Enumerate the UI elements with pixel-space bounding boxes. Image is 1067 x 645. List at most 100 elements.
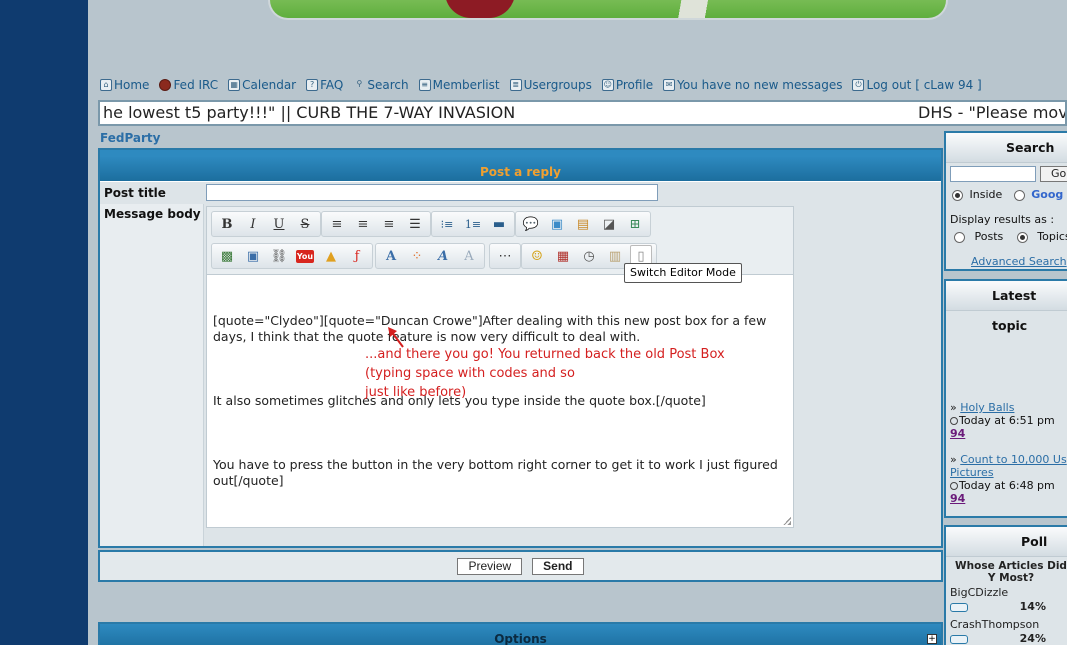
spoiler-icon[interactable]: ▤	[572, 213, 594, 235]
options-title: Options	[494, 632, 547, 645]
hide-icon[interactable]: ◪	[598, 213, 620, 235]
calendar-icon: ▦	[228, 79, 241, 91]
dailymotion-icon[interactable]: ▲	[320, 245, 342, 267]
nav-profile[interactable]: ☺ Profile	[601, 78, 653, 92]
topics-radio[interactable]	[1016, 231, 1028, 243]
poll-option-name: CrashThompson	[950, 618, 1040, 631]
paste-icon[interactable]: ▥	[604, 245, 626, 267]
font-size-icon[interactable]: A	[380, 245, 402, 267]
logout-icon: ⏻	[852, 79, 865, 91]
strike-button[interactable]: S	[294, 213, 316, 235]
list-group: ⁝≡ 1≡ ▬	[431, 211, 515, 237]
align-right-icon[interactable]: ≡	[378, 213, 400, 235]
google-radio[interactable]	[1013, 189, 1025, 201]
topic-link[interactable]: Holy Balls	[960, 401, 1014, 414]
bullet-list-icon[interactable]: ⁝≡	[436, 213, 458, 235]
link-icon[interactable]: ⛓	[268, 245, 290, 267]
remove-format-icon[interactable]: A	[458, 245, 480, 267]
memberlist-icon: ≡	[418, 79, 431, 91]
usergroups-icon: ≣	[509, 79, 522, 91]
code-icon[interactable]: ▣	[546, 213, 568, 235]
post-title-input[interactable]	[206, 184, 658, 201]
quote-icon[interactable]: 💬	[520, 213, 542, 235]
label-column	[100, 204, 204, 546]
inside-radio[interactable]	[952, 189, 963, 201]
align-justify-icon[interactable]: ☰	[404, 213, 426, 235]
number-list-icon[interactable]: 1≡	[462, 213, 484, 235]
more-options-icon[interactable]: ⋯	[494, 245, 516, 267]
host-image-icon[interactable]: ▣	[242, 245, 264, 267]
forum-page: ⌂ Home Fed IRC ▦ Calendar ? FAQ ⚲ Search ≡ Me…	[88, 0, 1067, 645]
post-actions: Preview Send	[98, 550, 943, 582]
google-label: Goog	[1031, 188, 1064, 201]
text-style-group: B I U S	[211, 211, 321, 237]
topic-link-continued[interactable]: Pictures	[950, 466, 994, 479]
breadcrumb-forum[interactable]: FedParty	[100, 131, 161, 145]
red-annotation-text: ...and there you go! You returned back t…	[365, 347, 725, 400]
nav-usergroups[interactable]: ≣ Usergroups	[509, 78, 592, 92]
irc-icon	[159, 79, 172, 91]
topic-link[interactable]: Count to 10,000 Us	[960, 453, 1066, 466]
nav-faq[interactable]: ? FAQ	[306, 78, 343, 92]
time-icon[interactable]: ◷	[578, 245, 600, 267]
horizontal-rule-icon[interactable]: ▬	[488, 213, 510, 235]
nav-memberlist[interactable]: ≡ Memberlist	[418, 78, 500, 92]
table-icon[interactable]: ⊞	[624, 213, 646, 235]
color-icon[interactable]: ⁘	[406, 245, 428, 267]
poll-percent: 14%	[1019, 600, 1046, 613]
nav-logout[interactable]: ⏻ Log out [ cLaw 94 ]	[852, 78, 982, 92]
poll-title: Poll	[946, 527, 1067, 557]
align-center-icon[interactable]: ≡	[352, 213, 374, 235]
poll-bar	[950, 634, 968, 644]
poll-widget: Poll Whose Articles Did Y Most? BigCDizz…	[944, 525, 1067, 645]
smiley-icon[interactable]: ☺	[526, 245, 548, 267]
font-face-icon[interactable]: A	[432, 245, 454, 267]
posts-radio[interactable]	[954, 231, 965, 243]
nav-messages[interactable]: ✉ You have no new messages	[663, 78, 842, 92]
youtube-icon[interactable]: You	[294, 245, 316, 267]
expand-plus-icon[interactable]: +	[927, 634, 937, 644]
poll-option-name: BigCDizzle	[950, 586, 1009, 599]
preview-button[interactable]: Preview	[457, 557, 523, 575]
flash-icon[interactable]: ƒ	[346, 245, 368, 267]
home-icon: ⌂	[100, 79, 112, 91]
message-editor[interactable]: B I U S ≡ ≡ ≡ ☰ ⁝≡ 1≡ ▬ 💬 ▣ ▤ ◪ ⊞ ▩ ▣ ⛓ …	[206, 206, 794, 528]
align-group: ≡ ≡ ≡ ☰	[321, 211, 431, 237]
format-group: A ⁘ A A	[375, 243, 485, 269]
topic-user-link[interactable]: 94	[950, 427, 965, 440]
poll-question: Whose Articles Did Y Most?	[955, 560, 1067, 584]
nav-home[interactable]: ⌂ Home	[100, 78, 149, 92]
image-icon[interactable]: ▩	[216, 245, 238, 267]
align-left-icon[interactable]: ≡	[326, 213, 348, 235]
search-widget-title: Search	[946, 133, 1067, 163]
poll-bar	[950, 602, 968, 612]
italic-button[interactable]: I	[242, 213, 264, 235]
search-icon: ⚲	[356, 79, 363, 88]
faq-icon: ?	[306, 79, 319, 91]
nav-search[interactable]: ⚲ Search	[353, 78, 408, 92]
underline-button[interactable]: U	[268, 213, 290, 235]
nav-calendar[interactable]: ▦ Calendar	[228, 78, 296, 92]
resize-handle[interactable]	[783, 517, 791, 525]
clock-icon	[950, 482, 958, 490]
clock-icon	[950, 417, 958, 425]
media-group: ▩ ▣ ⛓ You ▲ ƒ	[211, 243, 373, 269]
nav-fed-irc[interactable]: Fed IRC	[159, 78, 218, 92]
insert-group: 💬 ▣ ▤ ◪ ⊞	[515, 211, 651, 237]
topic-user-link[interactable]: 94	[950, 492, 965, 505]
date-icon[interactable]: ▦	[552, 245, 574, 267]
profile-icon: ☺	[601, 79, 614, 91]
forum-banner	[268, 0, 948, 20]
sidebar-search-input[interactable]	[950, 166, 1036, 182]
main-nav: ⌂ Home Fed IRC ▦ Calendar ? FAQ ⚲ Search ≡ Me…	[100, 76, 992, 94]
message-paragraph: [quote="Clydeo"][quote="Duncan Crowe"]Af…	[213, 313, 771, 344]
advanced-search-link[interactable]: Advanced Search	[971, 255, 1067, 268]
sidebar-go-button[interactable]: Go	[1040, 166, 1067, 182]
send-button[interactable]: Send	[532, 557, 584, 575]
bold-button[interactable]: B	[216, 213, 238, 235]
list-item: » Holy Balls Today at 6:51 pm 94	[950, 401, 1055, 440]
more-group: ⋯	[489, 243, 521, 269]
left-background-strip	[0, 0, 88, 645]
poll-percent: 24%	[1019, 632, 1046, 645]
banner-road	[660, 0, 740, 18]
